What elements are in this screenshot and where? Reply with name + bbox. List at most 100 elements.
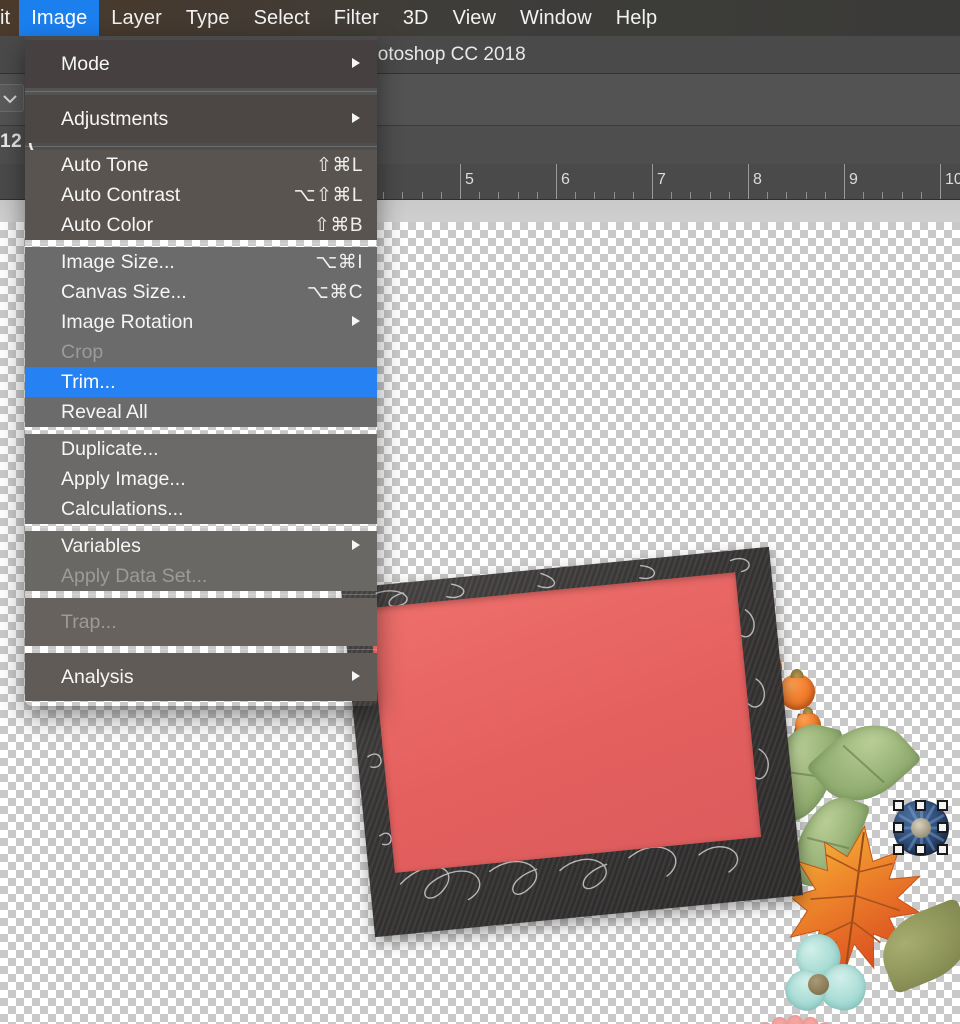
menu-item-label: Auto Tone	[61, 153, 149, 176]
menu-item-label: Trim...	[61, 370, 116, 393]
ruler-minor-tick	[479, 192, 480, 199]
menu-separator	[25, 243, 377, 244]
menu-item-shortcut: ⌥⌘I	[315, 251, 363, 273]
menu-item-label: Apply Image...	[61, 467, 186, 490]
menubar-item-type[interactable]: Type	[174, 0, 242, 36]
menu-item-label: Calculations...	[61, 497, 184, 520]
menubar-item-filter[interactable]: Filter	[322, 0, 391, 36]
submenu-arrow-icon	[352, 112, 360, 123]
menu-item-label: Image Rotation	[61, 310, 194, 333]
ruler-minor-tick	[518, 192, 519, 199]
menu-item-variables[interactable]: Variables	[25, 531, 377, 561]
ruler-minor-tick	[441, 192, 442, 199]
ruler-minor-tick	[422, 192, 423, 199]
menu-item-auto-tone[interactable]: Auto Tone ⇧⌘L	[25, 150, 377, 180]
menubar-item-3d[interactable]: 3D	[391, 0, 441, 36]
menu-item-label: Auto Color	[61, 213, 154, 236]
menu-item-trap: Trap...	[25, 598, 377, 646]
menu-item-calculations[interactable]: Calculations...	[25, 494, 377, 524]
menu-item-analysis[interactable]: Analysis	[25, 653, 377, 701]
menu-separator	[25, 430, 377, 431]
menu-item-label: Apply Data Set...	[61, 564, 208, 587]
menu-separator	[25, 91, 377, 92]
submenu-arrow-icon	[352, 670, 360, 681]
ruler-minor-tick	[921, 192, 922, 199]
menubar-item-help[interactable]: Help	[604, 0, 670, 36]
submenu-arrow-icon	[349, 311, 363, 334]
ruler-minor-tick	[825, 192, 826, 199]
ruler-label: 10	[945, 171, 960, 188]
menu-item-image-size[interactable]: Image Size... ⌥⌘I	[25, 247, 377, 277]
menu-item-label: Trap...	[61, 610, 117, 633]
menubar-item-window[interactable]: Window	[508, 0, 604, 36]
menubar-item-it[interactable]: it	[0, 0, 19, 36]
submenu-arrow-icon	[352, 57, 360, 68]
menu-group: Mode	[25, 40, 377, 88]
transform-handle-w[interactable]	[893, 822, 904, 833]
submenu-arrow-icon	[349, 666, 363, 689]
menu-item-canvas-size[interactable]: Canvas Size... ⌥⌘C	[25, 277, 377, 307]
submenu-arrow-icon	[349, 108, 363, 131]
menu-item-shortcut: ⇧⌘L	[316, 154, 363, 176]
menu-item-shortcut: ⌥⇧⌘L	[293, 184, 363, 206]
button-center	[911, 818, 931, 838]
menu-separator	[25, 146, 377, 147]
transform-handle-se[interactable]	[937, 844, 948, 855]
teal-flower-center	[808, 974, 829, 995]
ruler-minor-tick	[729, 192, 730, 199]
ruler-label: 5	[465, 171, 474, 188]
menu-item-auto-contrast[interactable]: Auto Contrast ⌥⇧⌘L	[25, 180, 377, 210]
menu-item-label: Analysis	[61, 665, 134, 688]
menu-item-label: Adjustments	[61, 107, 169, 130]
submenu-arrow-icon	[352, 539, 360, 550]
menu-item-adjustments[interactable]: Adjustments	[25, 95, 377, 143]
transform-handle-ne[interactable]	[937, 800, 948, 811]
menubar-item-layer[interactable]: Layer	[99, 0, 174, 36]
menu-group: Auto Tone ⇧⌘L Auto Contrast ⌥⇧⌘L Auto Color ⇧…	[25, 150, 377, 240]
menu-item-mode[interactable]: Mode	[25, 40, 377, 88]
ruler-minor-tick	[402, 192, 403, 199]
ruler-minor-tick	[671, 192, 672, 199]
image-menu-dropdown[interactable]: Mode Adjustments Auto Tone ⇧⌘L Auto Contrast…	[25, 36, 377, 706]
submenu-arrow-icon	[352, 315, 360, 326]
ruler-major-tick	[748, 164, 749, 199]
menu-item-apply-image[interactable]: Apply Image...	[25, 464, 377, 494]
menu-item-label: Reveal All	[61, 400, 148, 423]
chalkboard-photo-frame[interactable]	[340, 546, 804, 938]
submenu-arrow-icon	[349, 535, 363, 558]
ruler-minor-tick	[710, 192, 711, 199]
transform-handle-e[interactable]	[937, 822, 948, 833]
menu-item-reveal-all[interactable]: Reveal All	[25, 397, 377, 427]
menu-item-label: Duplicate...	[61, 437, 159, 460]
menubar-item-view[interactable]: View	[441, 0, 508, 36]
transform-handle-s[interactable]	[915, 844, 926, 855]
ruler-minor-tick	[614, 192, 615, 199]
menu-item-auto-color[interactable]: Auto Color ⇧⌘B	[25, 210, 377, 240]
ruler-minor-tick	[767, 192, 768, 199]
menu-item-image-rotation[interactable]: Image Rotation	[25, 307, 377, 337]
menu-separator	[25, 594, 377, 595]
transform-handle-nw[interactable]	[893, 800, 904, 811]
transform-handle-n[interactable]	[915, 800, 926, 811]
menubar-item-image[interactable]: Image	[19, 0, 100, 36]
menu-group: Variables Apply Data Set...	[25, 531, 377, 591]
menu-separator	[25, 649, 377, 650]
tool-preset-dropdown[interactable]	[0, 84, 24, 112]
ruler-major-tick	[460, 164, 461, 199]
ruler-label: 9	[849, 171, 858, 188]
ruler-minor-tick	[498, 192, 499, 199]
menubar-item-select[interactable]: Select	[242, 0, 322, 36]
berry-crown	[790, 669, 804, 678]
ruler-label: 6	[561, 171, 570, 188]
transform-handle-sw[interactable]	[893, 844, 904, 855]
menubar: it Image Layer Type Select Filter 3D View Window…	[0, 0, 960, 36]
pink-gerbera-daisy	[700, 1002, 890, 1024]
menu-item-apply-data-set: Apply Data Set...	[25, 561, 377, 591]
chevron-down-icon	[3, 95, 17, 104]
ruler-major-tick	[844, 164, 845, 199]
menu-item-trim[interactable]: Trim...	[25, 367, 377, 397]
menu-item-shortcut: ⌥⌘C	[306, 281, 363, 303]
ruler-minor-tick	[594, 192, 595, 199]
menu-item-label: Canvas Size...	[61, 280, 187, 303]
menu-item-duplicate[interactable]: Duplicate...	[25, 434, 377, 464]
